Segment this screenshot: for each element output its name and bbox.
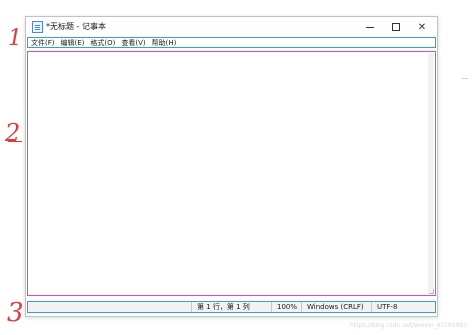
menu-view[interactable]: 查看(V) <box>121 38 145 48</box>
status-bar: 第 1 行，第 1 列 100% Windows (CRLF) UTF-8 <box>27 301 436 313</box>
annotation-number-1: 1 <box>8 26 22 51</box>
minimize-button[interactable] <box>357 17 383 37</box>
window-title: *无标题 - 记事本 <box>46 22 106 31</box>
menu-help[interactable]: 帮助(H) <box>152 38 177 48</box>
maximize-icon <box>392 23 400 31</box>
annotation-number-2-stroke <box>8 141 22 142</box>
encoding: UTF-8 <box>371 302 437 312</box>
text-editing-area[interactable] <box>27 51 436 296</box>
cursor-position: 第 1 行，第 1 列 <box>191 302 271 312</box>
minimize-icon <box>366 26 374 28</box>
title-bar[interactable]: *无标题 - 记事本 ✕ <box>26 17 437 37</box>
edge-mark <box>462 78 468 79</box>
menu-edit[interactable]: 编辑(E) <box>61 38 85 48</box>
maximize-button[interactable] <box>383 17 409 37</box>
menu-file[interactable]: 文件(F) <box>31 38 55 48</box>
zoom-level: 100% <box>271 302 301 312</box>
line-ending: Windows (CRLF) <box>301 302 371 312</box>
screenshot-canvas: 1 2 3 *无标题 - 记事本 ✕ 文件(F) 编辑(E) 格式(O) 查看(… <box>0 0 474 335</box>
annotation-number-3: 3 <box>7 298 24 328</box>
close-icon: ✕ <box>417 21 427 33</box>
menu-format[interactable]: 格式(O) <box>90 38 115 48</box>
resize-grip[interactable] <box>429 289 434 294</box>
notepad-icon[interactable] <box>32 21 43 33</box>
close-button[interactable]: ✕ <box>409 17 435 37</box>
watermark: https://blog.csdn.net/weixin_43185983 <box>350 322 468 329</box>
vertical-scrollbar[interactable] <box>428 53 434 294</box>
notepad-window: *无标题 - 记事本 ✕ 文件(F) 编辑(E) 格式(O) 查看(V) 帮助(… <box>25 16 438 317</box>
menu-bar: 文件(F) 编辑(E) 格式(O) 查看(V) 帮助(H) <box>27 37 436 48</box>
